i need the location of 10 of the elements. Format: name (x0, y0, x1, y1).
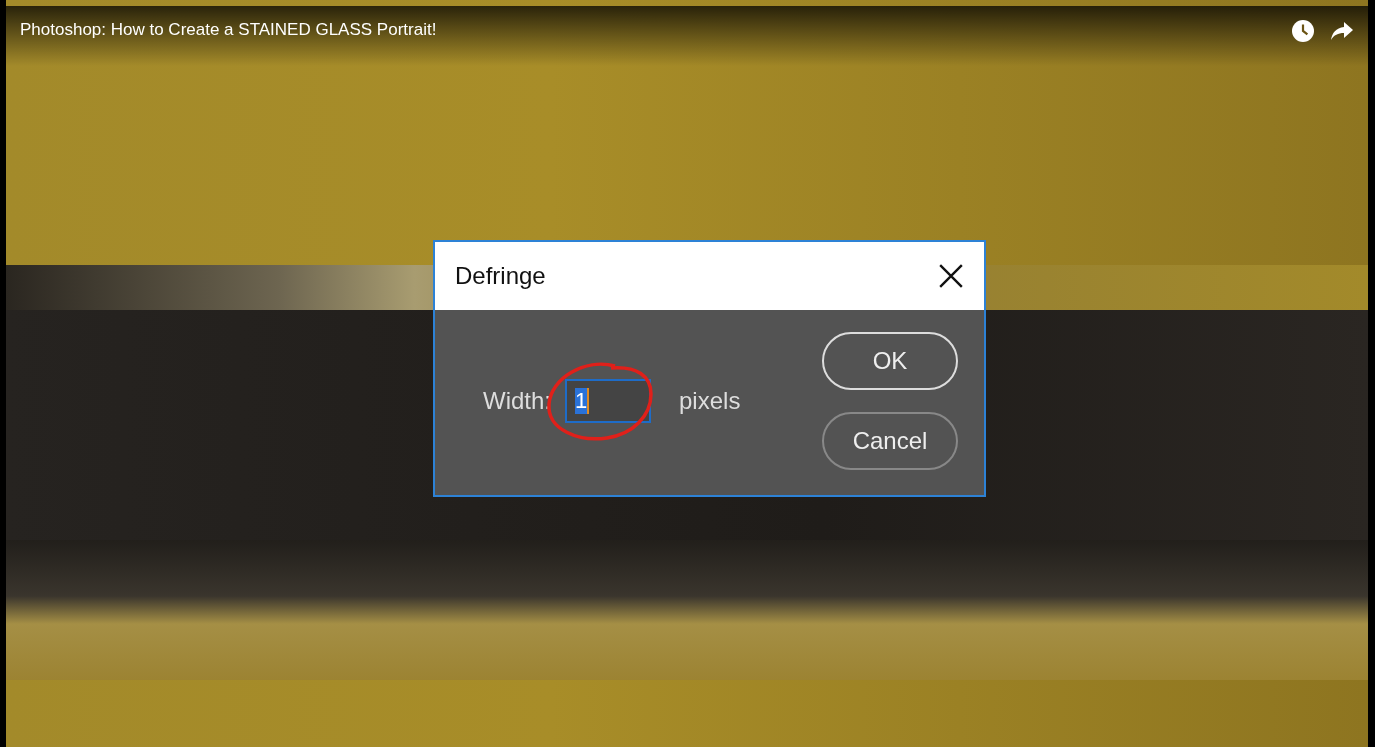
ok-button[interactable]: OK (822, 332, 958, 390)
field-label: Width: (483, 387, 551, 415)
video-title[interactable]: Photoshop: How to Create a STAINED GLASS Portrait! (20, 20, 437, 40)
unit-label: pixels (679, 387, 741, 415)
width-input-field[interactable]: 1 (565, 379, 651, 423)
share-icon[interactable] (1330, 21, 1354, 41)
cancel-button[interactable]: Cancel (822, 412, 958, 470)
dialog-title: Defringe (455, 262, 546, 290)
close-icon[interactable] (938, 263, 964, 289)
clock-icon[interactable] (1292, 20, 1314, 42)
